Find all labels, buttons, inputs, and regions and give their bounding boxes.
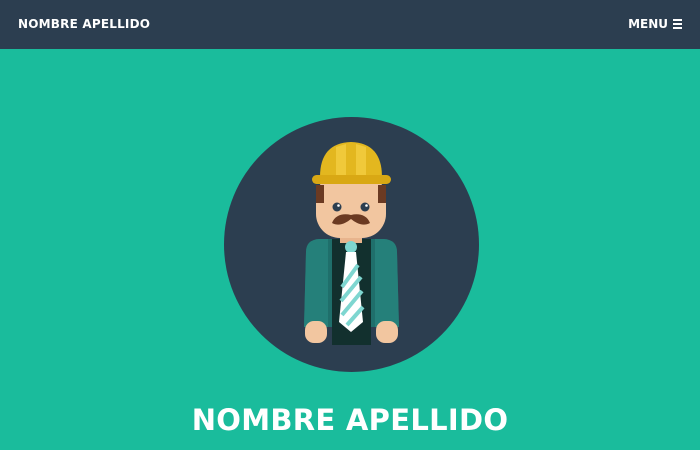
avatar bbox=[224, 117, 479, 372]
menu-label: MENU bbox=[628, 17, 668, 31]
construction-worker-avatar-icon bbox=[304, 142, 399, 345]
hamburger-icon bbox=[673, 19, 682, 29]
navbar: NOMBRE APELLIDO MENU bbox=[0, 0, 700, 49]
navbar-brand[interactable]: NOMBRE APELLIDO bbox=[18, 17, 150, 31]
menu-button[interactable]: MENU bbox=[628, 17, 682, 31]
page-title: NOMBRE APELLIDO bbox=[191, 403, 509, 437]
